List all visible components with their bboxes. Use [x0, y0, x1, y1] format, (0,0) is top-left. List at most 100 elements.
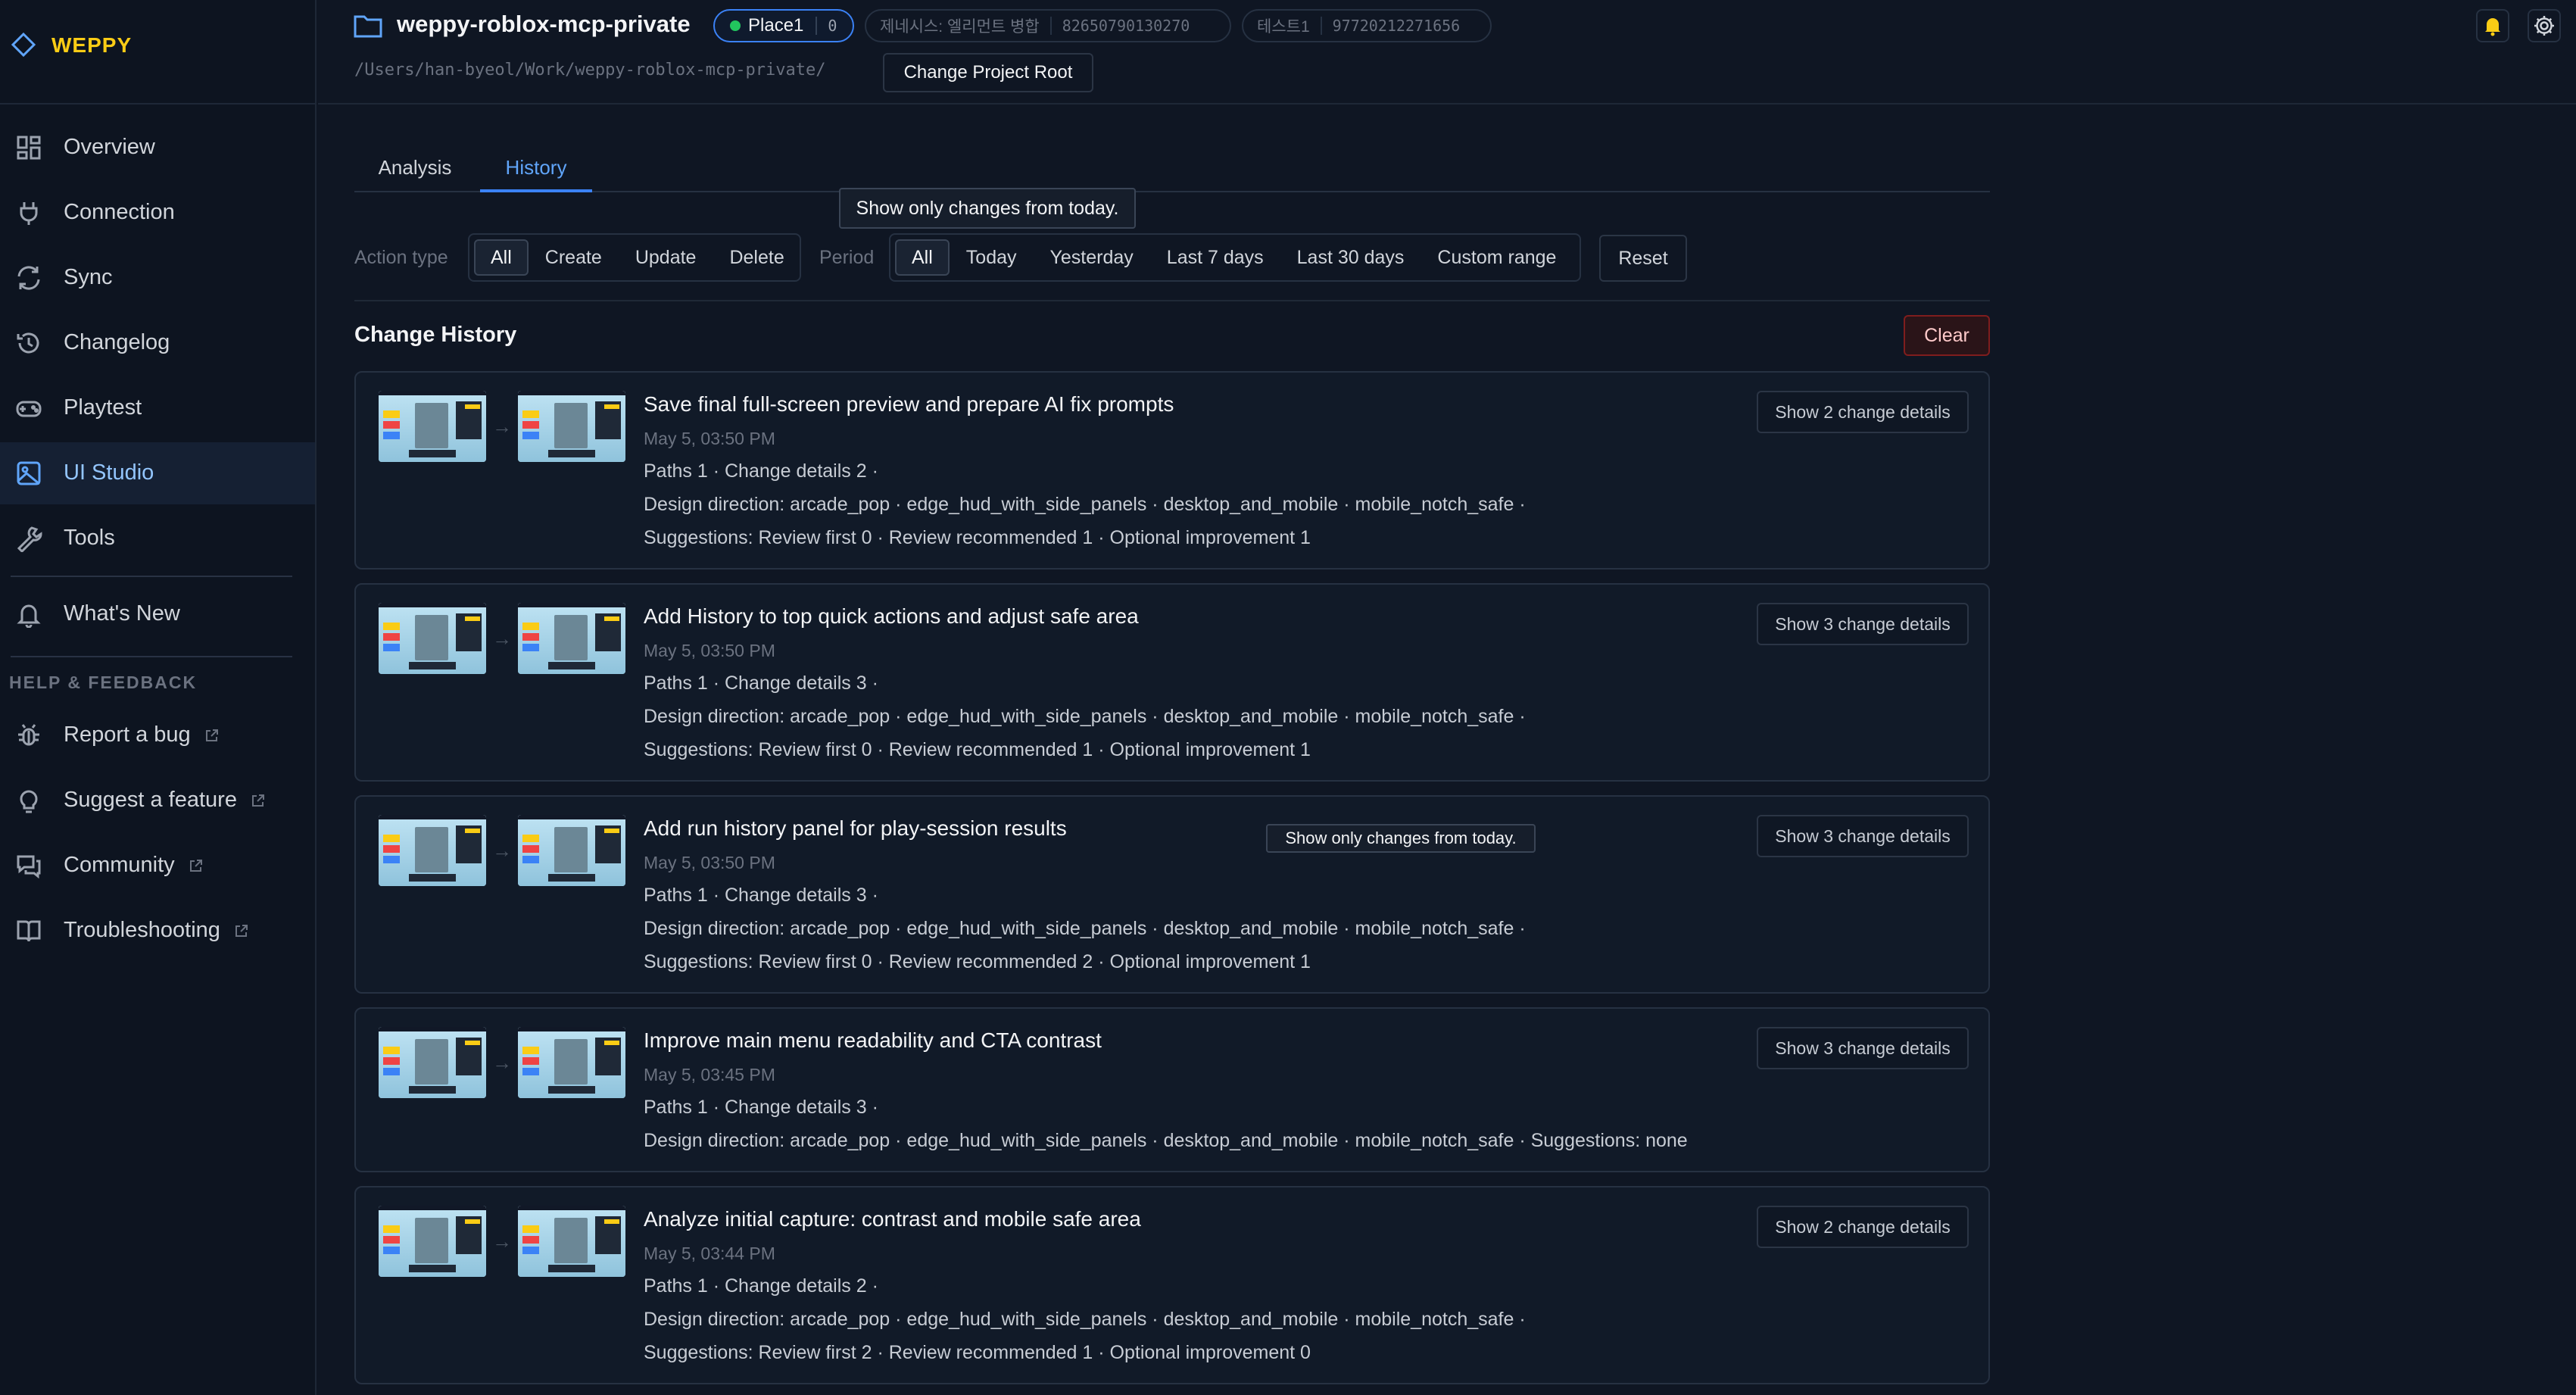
after-thumbnail[interactable]	[518, 603, 625, 674]
today-filter-tooltip: Show only changes from today.	[839, 188, 1136, 229]
entry-paths: Paths 1 · Change details 2 ·	[644, 1275, 878, 1297]
sidebar-item-playtest[interactable]: Playtest	[0, 377, 315, 439]
sidebar-item-suggest-feature[interactable]: Suggest a feature	[0, 769, 315, 832]
show-change-details-button[interactable]: Show 3 change details	[1757, 815, 1969, 857]
period-filter-custom-range[interactable]: Custom range	[1421, 239, 1573, 276]
entry-timestamp: May 5, 03:50 PM	[644, 853, 775, 872]
place-name: Place1	[748, 15, 804, 36]
notification-button[interactable]	[2476, 9, 2509, 42]
sidebar-item-label: Playtest	[64, 395, 142, 420]
before-thumbnail[interactable]	[379, 391, 486, 462]
status-dot	[730, 20, 741, 31]
sidebar-item-tools[interactable]: Tools	[0, 507, 315, 570]
sidebar-item-label: Sync	[64, 265, 113, 289]
sidebar-item-label: Connection	[64, 200, 175, 224]
dashboard-icon	[17, 136, 41, 160]
show-change-details-button[interactable]: Show 2 change details	[1757, 391, 1969, 433]
entry-paths: Paths 1 · Change details 3 ·	[644, 885, 878, 906]
place-badge[interactable]: Place1 0	[713, 9, 854, 42]
action-filter-all[interactable]: All	[474, 239, 529, 276]
sidebar-item-troubleshooting[interactable]: Troubleshooting	[0, 900, 315, 962]
arrow-right-icon: →	[492, 1230, 512, 1253]
show-change-details-button[interactable]: Show 3 change details	[1757, 1027, 1969, 1069]
arrow-right-icon: →	[492, 415, 512, 438]
tab-analysis[interactable]: Analysis	[354, 150, 476, 192]
after-thumbnail[interactable]	[518, 391, 625, 462]
entry-design-direction: Design direction: arcade_pop · edge_hud_…	[644, 918, 1526, 939]
clear-history-button[interactable]: Clear	[1904, 315, 1990, 356]
plug-icon	[20, 202, 38, 225]
period-label: Period	[819, 247, 875, 268]
sidebar-item-label: Report a bug	[64, 722, 191, 747]
after-thumbnail[interactable]	[518, 1206, 625, 1277]
place-count: 0	[816, 17, 837, 35]
show-change-details-button[interactable]: Show 3 change details	[1757, 603, 1969, 645]
period-filter-today[interactable]: Today	[950, 239, 1034, 276]
bug-icon	[18, 724, 39, 746]
entry-suggestions: Suggestions: Review first 0 · Review rec…	[644, 527, 1311, 548]
sidebar-item-ui-studio[interactable]: UI Studio	[0, 442, 315, 504]
before-thumbnail[interactable]	[379, 815, 486, 886]
reset-filters-button[interactable]: Reset	[1599, 235, 1687, 282]
tab-history[interactable]: History	[480, 150, 592, 192]
period-filter-all[interactable]: All	[895, 239, 950, 276]
action-type-filter: All Create Update Delete	[468, 233, 801, 282]
experience-name: 제네시스: 엘리먼트 병합	[880, 18, 1040, 36]
before-thumbnail[interactable]	[379, 603, 486, 674]
sidebar-item-community[interactable]: Community	[0, 835, 315, 897]
entry-design-direction: Design direction: arcade_pop · edge_hud_…	[644, 1130, 1688, 1151]
experience-id: 82650790130270	[1049, 17, 1190, 35]
history-entry: → Save final full-screen preview and pre…	[354, 371, 1990, 570]
external-link-icon	[235, 925, 248, 938]
arrow-right-icon: →	[492, 627, 512, 650]
sidebar-item-whats-new[interactable]: What's New	[0, 583, 315, 645]
entry-timestamp: May 5, 03:45 PM	[644, 1065, 775, 1084]
change-project-root-button[interactable]: Change Project Root	[883, 53, 1093, 92]
sidebar-item-label: Changelog	[64, 330, 170, 354]
sidebar-item-label: UI Studio	[64, 460, 154, 485]
action-filter-create[interactable]: Create	[529, 239, 619, 276]
action-filter-delete[interactable]: Delete	[713, 239, 800, 276]
action-filter-update[interactable]: Update	[619, 239, 713, 276]
history-icon	[17, 332, 39, 354]
today-filter-tooltip: Show only changes from today.	[1266, 824, 1536, 853]
sidebar-item-report-bug[interactable]: Report a bug	[0, 704, 315, 766]
sidebar-item-sync[interactable]: Sync	[0, 247, 315, 309]
diamond-logo-icon	[11, 32, 36, 58]
entry-paths: Paths 1 · Change details 3 ·	[644, 673, 878, 694]
before-thumbnail[interactable]	[379, 1027, 486, 1098]
show-change-details-button[interactable]: Show 2 change details	[1757, 1206, 1969, 1248]
image-icon	[17, 461, 41, 485]
entry-suggestions: Suggestions: Review first 0 · Review rec…	[644, 951, 1311, 972]
after-thumbnail[interactable]	[518, 1027, 625, 1098]
period-filter-last-30-days[interactable]: Last 30 days	[1280, 239, 1421, 276]
entry-suggestions: Suggestions: Review first 0 · Review rec…	[644, 739, 1311, 760]
entry-title: Add History to top quick actions and adj…	[644, 604, 1139, 628]
folder-icon	[354, 15, 382, 38]
test-place-badge: 테스트1 97720212271656	[1242, 9, 1492, 42]
before-thumbnail[interactable]	[379, 1206, 486, 1277]
lightbulb-icon	[20, 790, 38, 813]
experience-badge: 제네시스: 엘리먼트 병합 82650790130270	[865, 9, 1231, 42]
external-link-icon	[189, 860, 202, 872]
settings-button[interactable]	[2528, 9, 2561, 42]
after-thumbnail[interactable]	[518, 815, 625, 886]
sync-icon	[17, 266, 40, 290]
view-tabs: Analysis History	[354, 136, 1990, 192]
entry-timestamp: May 5, 03:50 PM	[644, 429, 775, 448]
wrench-icon	[17, 526, 42, 552]
sidebar-item-label: Community	[64, 853, 175, 877]
external-link-icon	[205, 729, 218, 742]
period-filter-last-7-days[interactable]: Last 7 days	[1150, 239, 1280, 276]
entry-suggestions: Suggestions: Review first 2 · Review rec…	[644, 1342, 1311, 1363]
help-section-title: HELP & FEEDBACK	[9, 673, 198, 692]
brand-name: WEPPY	[51, 33, 133, 57]
bell-icon	[2485, 18, 2500, 36]
arrow-right-icon: →	[492, 1051, 512, 1074]
sidebar-item-label: Tools	[64, 526, 115, 550]
sidebar-item-overview[interactable]: Overview	[0, 117, 315, 179]
entry-design-direction: Design direction: arcade_pop · edge_hud_…	[644, 1309, 1526, 1330]
sidebar-item-changelog[interactable]: Changelog	[0, 312, 315, 374]
period-filter-yesterday[interactable]: Yesterday	[1034, 239, 1150, 276]
sidebar-item-connection[interactable]: Connection	[0, 182, 315, 244]
